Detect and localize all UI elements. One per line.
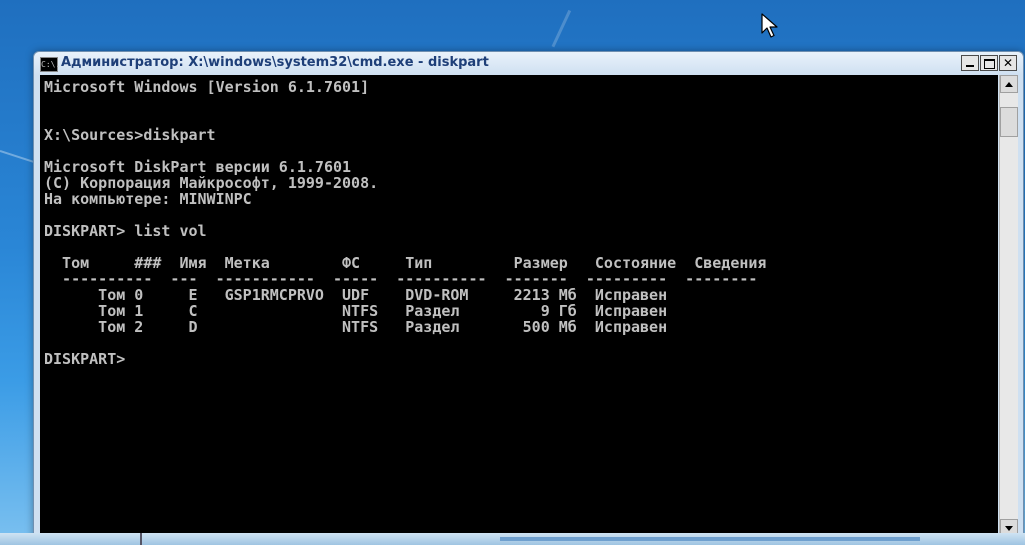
volume-row: Том 0 E GSP1RMCPRVO UDF DVD-ROM 2213 Мб … <box>44 286 668 304</box>
maximize-icon <box>984 59 995 69</box>
console-text: Microsoft Windows [Version 6.1.7601] X:\S… <box>40 75 998 367</box>
console-line: На компьютере: MINWINPC <box>44 190 252 208</box>
console-line: Microsoft DiskPart версии 6.1.7601 <box>44 158 352 176</box>
desktop-streak <box>551 9 572 48</box>
taskbar-divider <box>140 533 142 545</box>
console-line: (C) Корпорация Майкрософт, 1999-2008. <box>44 174 379 192</box>
cmd-window[interactable]: C:\. Администратор: X:\windows\system32\… <box>33 51 1024 541</box>
console-line: X:\Sources>diskpart <box>44 126 216 144</box>
arrow-cursor-icon <box>761 13 778 38</box>
volume-table-header: Том ### Имя Метка ФС Тип Размер Состояни… <box>44 254 767 272</box>
console-line: DISKPART> list vol <box>44 222 207 240</box>
arrow-down-icon <box>1005 526 1013 531</box>
taskbar-edge <box>0 533 1025 545</box>
vertical-scrollbar[interactable] <box>999 75 1018 537</box>
cmd-app-icon[interactable]: C:\. <box>40 57 60 72</box>
window-controls: ✕ <box>960 55 1017 72</box>
minimize-icon <box>966 65 974 67</box>
console-line: Microsoft Windows [Version 6.1.7601] <box>44 78 370 96</box>
scroll-thumb[interactable] <box>1000 107 1018 137</box>
volume-row: Том 1 C NTFS Раздел 9 Гб Исправен <box>44 302 668 320</box>
close-icon: ✕ <box>1002 56 1014 70</box>
window-title: Администратор: X:\windows\system32\cmd.e… <box>61 55 489 70</box>
command-prompt[interactable]: DISKPART> <box>44 351 998 367</box>
minimize-button[interactable] <box>961 55 979 71</box>
console-output[interactable]: Microsoft Windows [Version 6.1.7601] X:\S… <box>40 75 998 537</box>
close-button[interactable]: ✕ <box>999 55 1017 71</box>
volume-table-separator: ---------- --- ----------- ----- -------… <box>44 270 758 288</box>
scroll-up-button[interactable] <box>1000 75 1018 93</box>
maximize-button[interactable] <box>980 55 998 71</box>
title-bar[interactable]: C:\. Администратор: X:\windows\system32\… <box>34 52 1023 75</box>
arrow-up-icon <box>1005 82 1013 87</box>
volume-row: Том 2 D NTFS Раздел 500 Мб Исправен <box>44 318 668 336</box>
taskbar-highlight <box>500 537 920 541</box>
